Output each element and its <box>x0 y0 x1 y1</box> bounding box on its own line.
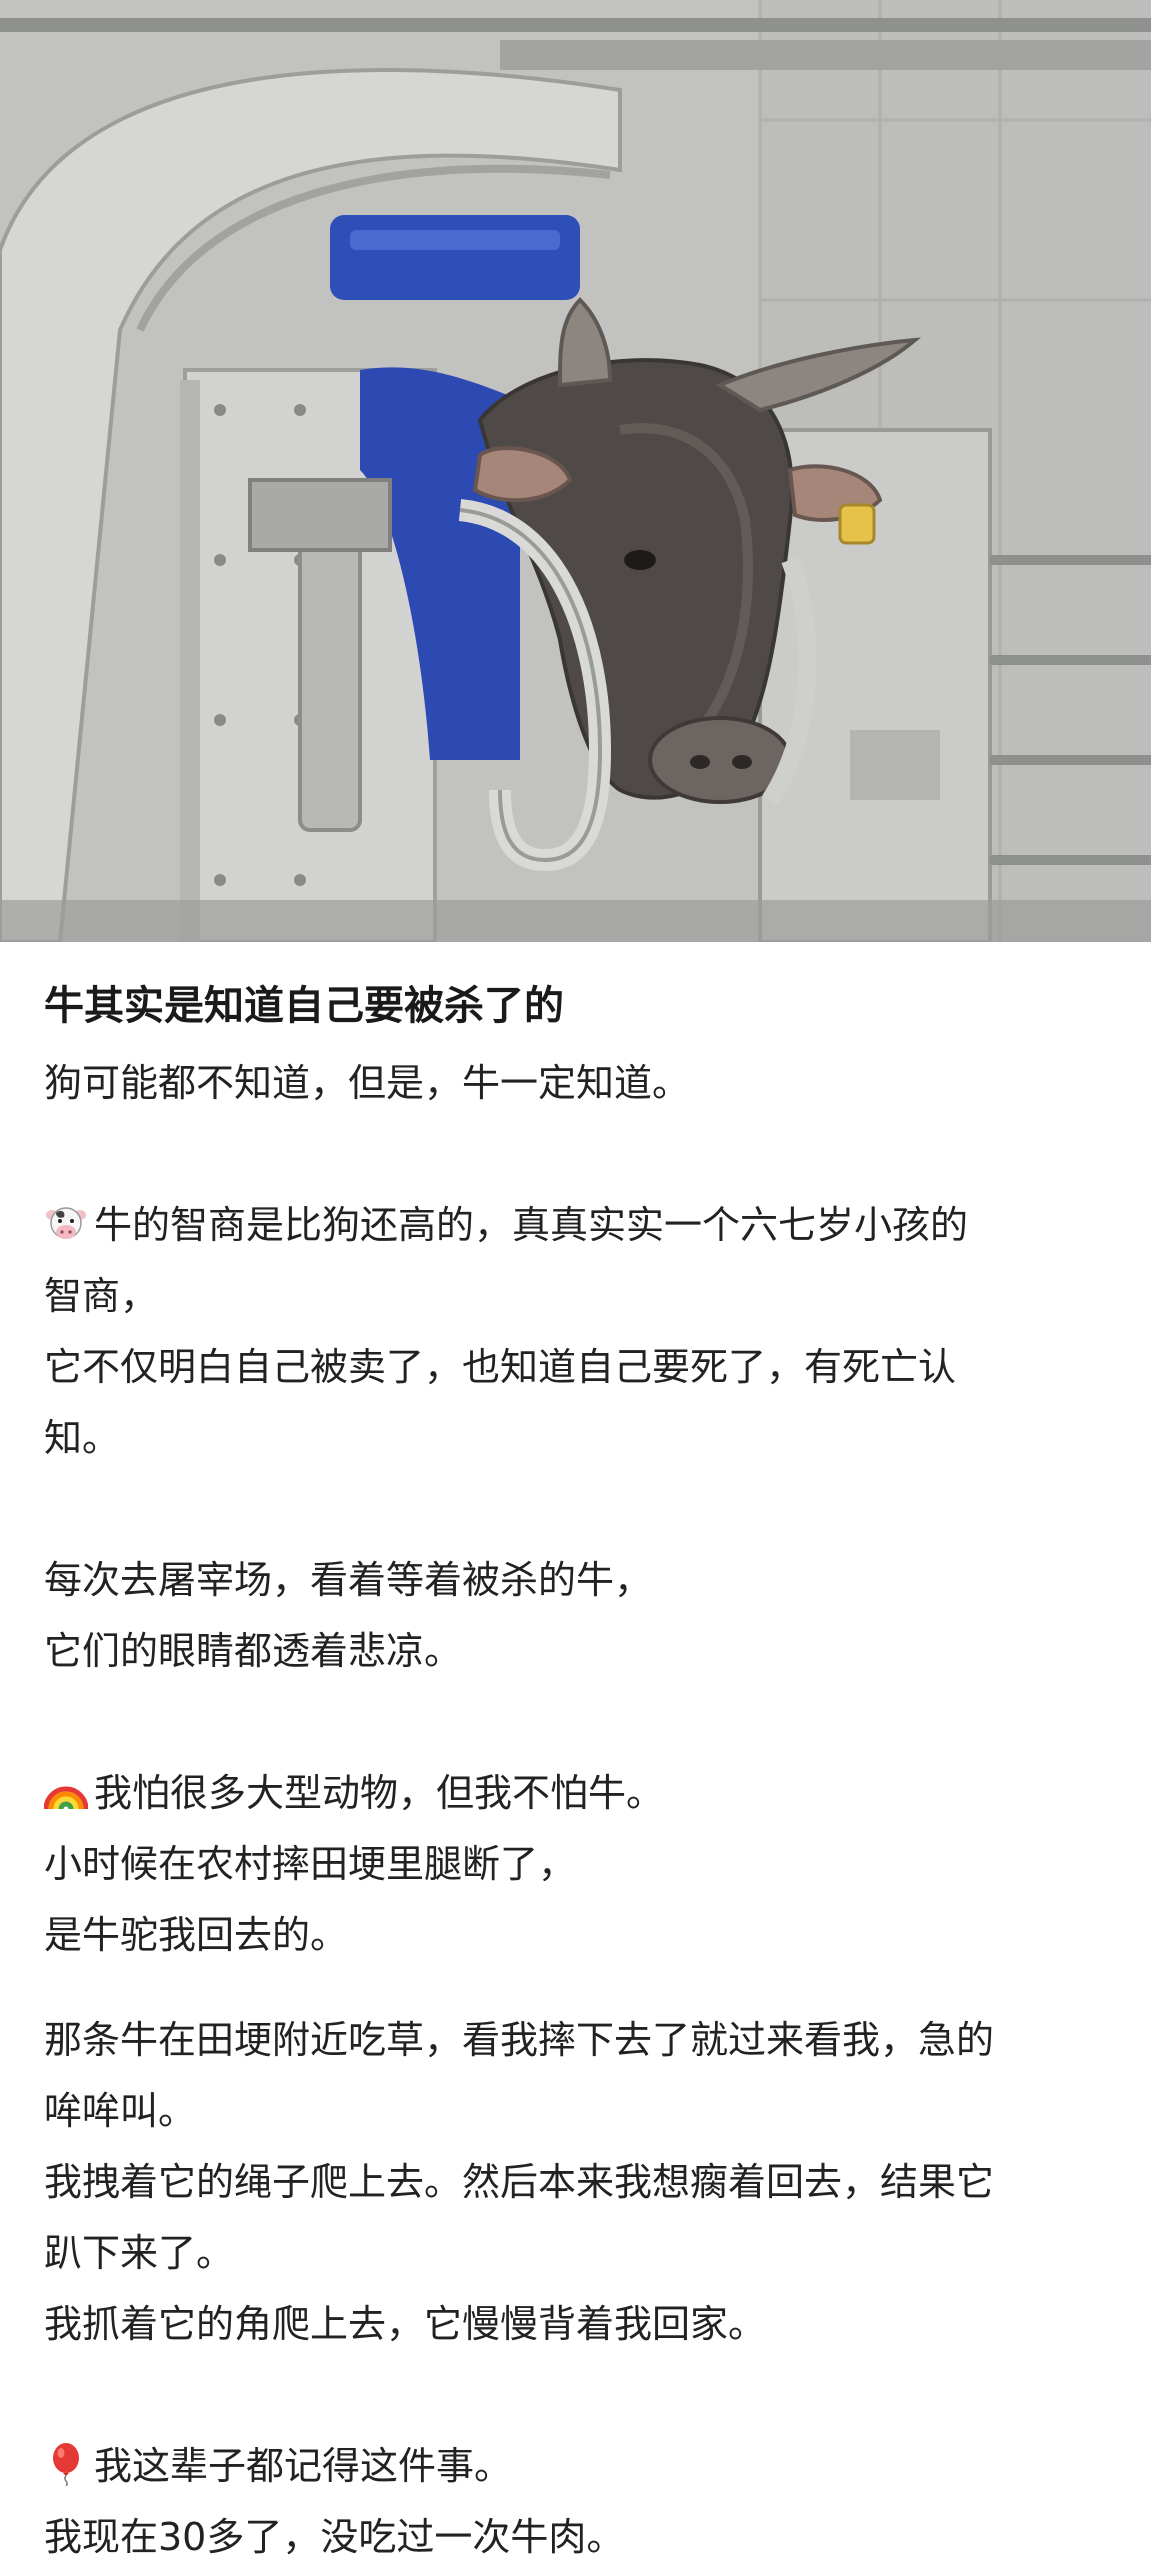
paragraph-line: 牛的智商是比狗还高的，真真实实一个六七岁小孩的 <box>44 1190 1114 1261</box>
paragraph-line: 我这辈子都记得这件事。 <box>44 2431 1114 2502</box>
paragraph-line: 哞哞叫。 <box>44 2089 197 2133</box>
rainbow-icon <box>44 1769 88 1813</box>
paragraph-line: 知。 <box>44 1416 121 1460</box>
photo-illustration <box>0 0 1151 942</box>
paragraph-line: 我拽着它的绳子爬上去。然后本来我想瘸着回去，结果它 <box>44 2160 995 2204</box>
paragraph-line: 它不仅明白自己被卖了，也知道自己要死了，有死亡认 <box>44 1345 957 1389</box>
paragraph-line: 它们的眼睛都透着悲凉。 <box>44 1629 463 1673</box>
cow-restraint-photo <box>0 0 1151 942</box>
paragraph-line-text: 我怕很多大型动物，但我不怕牛。 <box>94 1771 665 1815</box>
paragraph-line: 那条牛在田埂附近吃草，看我摔下去了就过来看我，急的 <box>44 2018 995 2062</box>
paragraph-line: 趴下来了。 <box>44 2231 235 2275</box>
paragraph-line-text: 牛的智商是比狗还高的，真真实实一个六七岁小孩的 <box>94 1203 969 1247</box>
balloon-icon <box>44 2442 88 2486</box>
paragraph-line: 狗可能都不知道，但是，牛一定知道。 <box>44 1061 691 1105</box>
paragraph-line: 我现在30多了，没吃过一次牛肉。 <box>44 2515 625 2559</box>
cow-face-icon <box>44 1201 88 1245</box>
post-title: 牛其实是知道自己要被杀了的 <box>44 983 564 1029</box>
paragraph-line: 是牛驼我回去的。 <box>44 1913 349 1957</box>
paragraph-line: 每次去屠宰场，看着等着被杀的牛， <box>44 1558 653 1602</box>
paragraph-line: 智商， <box>44 1274 159 1318</box>
paragraph-line: 我怕很多大型动物，但我不怕牛。 <box>44 1758 1114 1829</box>
paragraph-line-text: 我这辈子都记得这件事。 <box>94 2444 513 2488</box>
post-body: 牛其实是知道自己要被杀了的 狗可能都不知道，但是，牛一定知道。 牛的智商是比狗还… <box>44 960 1114 2573</box>
paragraph-line: 我抓着它的角爬上去，它慢慢背着我回家。 <box>44 2302 767 2346</box>
paragraph-line: 小时候在农村摔田埂里腿断了， <box>44 1842 577 1886</box>
